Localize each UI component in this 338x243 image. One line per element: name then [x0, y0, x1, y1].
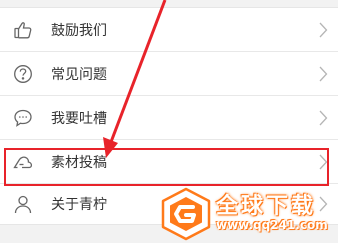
chevron-right-icon [319, 110, 328, 125]
chevron-right-icon [319, 66, 328, 81]
menu-item-encourage-us[interactable]: 鼓励我们 [0, 8, 338, 52]
chat-bubble-icon [13, 108, 33, 128]
menu-item-material-submission[interactable]: 素材投稿 [0, 140, 338, 184]
menu-item-faq[interactable]: 常见问题 [0, 52, 338, 96]
menu-item-label: 关于青柠 [51, 197, 107, 213]
menu-item-feedback[interactable]: 我要吐槽 [0, 96, 338, 140]
thumbs-up-icon [13, 20, 33, 40]
person-icon [13, 194, 33, 214]
watermark-title: 全球下载 [216, 194, 317, 219]
question-circle-icon [13, 64, 33, 84]
menu-item-label: 素材投稿 [51, 154, 107, 171]
menu-item-label: 鼓励我们 [51, 22, 107, 39]
menu-item-label: 常见问题 [51, 66, 107, 83]
chevron-right-icon [319, 154, 328, 169]
menu-item-label: 我要吐槽 [51, 110, 107, 127]
watermark-url: www.qq241.com [216, 218, 328, 232]
chevron-right-icon [319, 22, 328, 37]
watermark-logo-icon [161, 187, 211, 241]
submit-cloud-icon [13, 152, 33, 172]
top-spacer [0, 0, 338, 7]
watermark: 全球下载 www.qq241.com [158, 186, 338, 243]
